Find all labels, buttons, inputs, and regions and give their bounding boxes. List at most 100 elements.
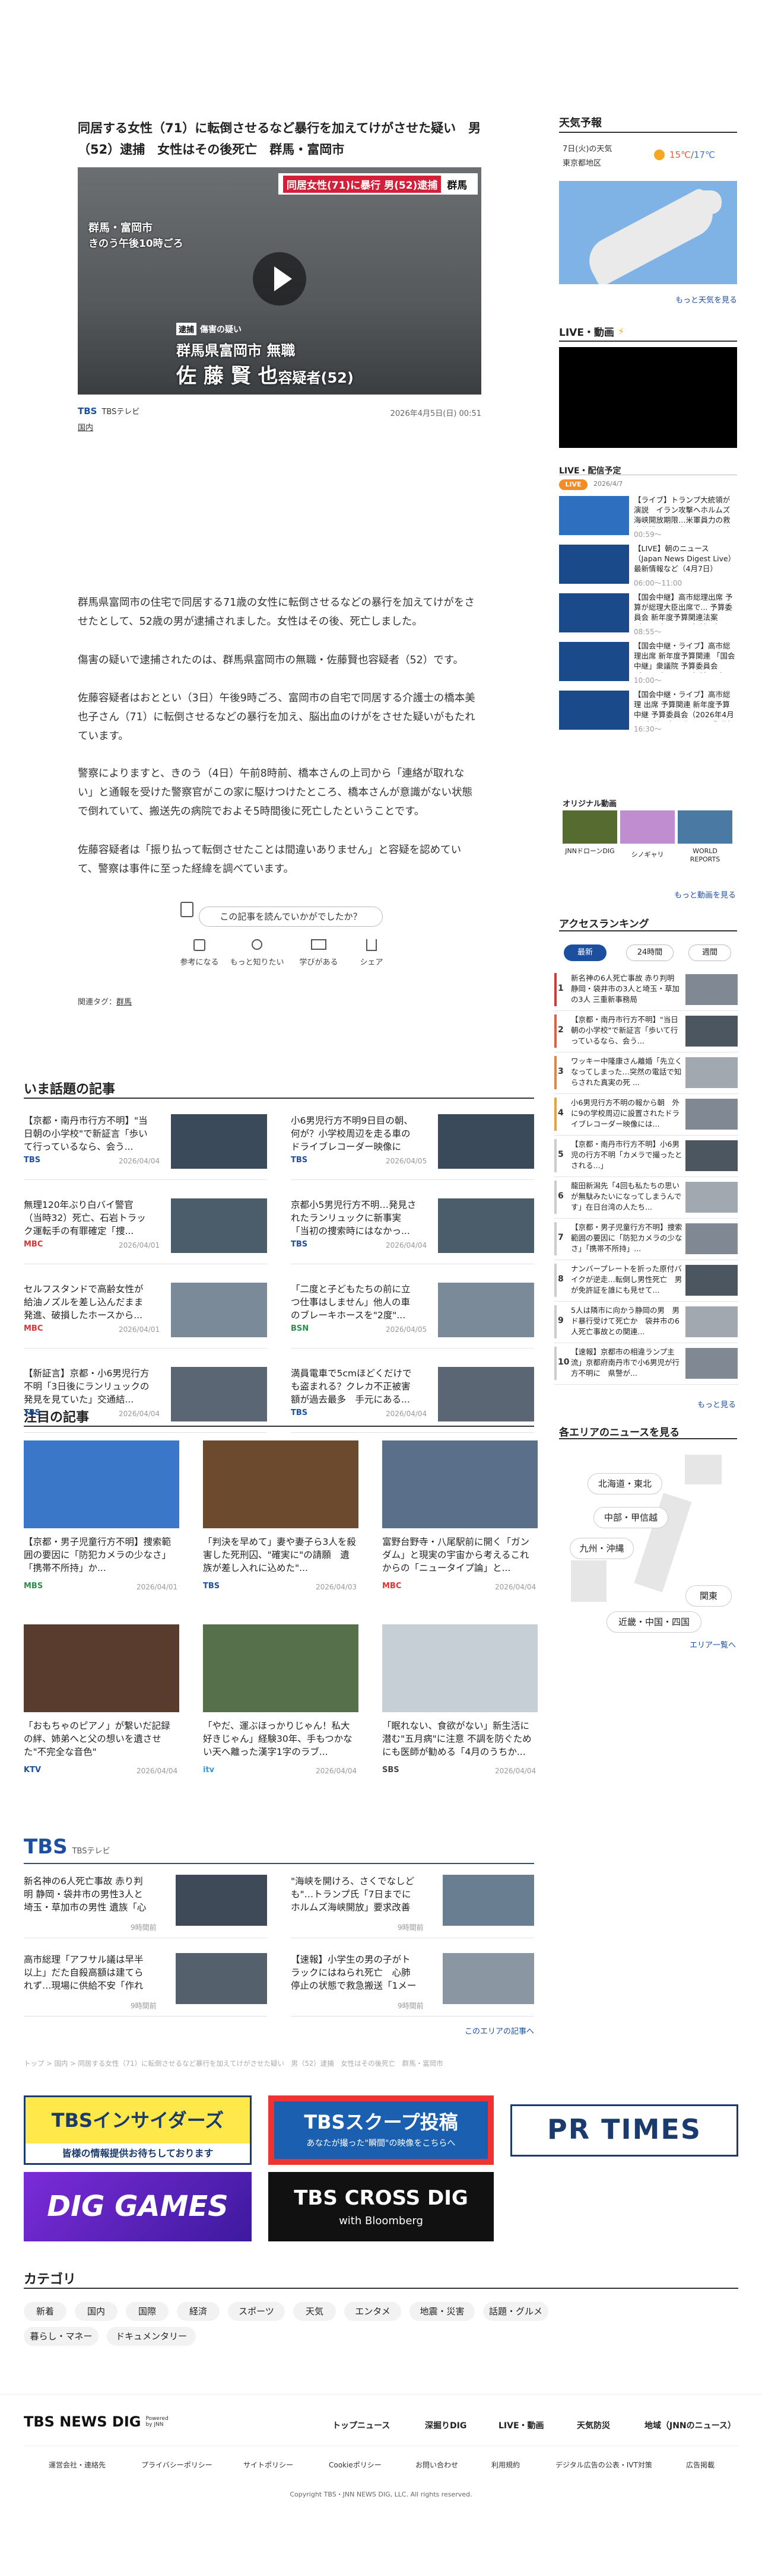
rank-thumb[interactable] [685,1348,738,1379]
footer-nav-link[interactable]: 深掘りDIG [425,2419,466,2431]
ranking-tab-latest[interactable]: 最新 [564,944,607,961]
featured-item-title[interactable]: 「判決を早めて」妻や妻子ら3人を殺害した死刑囚、"確実に"の請願 遺族が差し入れ… [203,1535,358,1575]
rank-thumb[interactable] [685,1057,738,1088]
rank-item-text[interactable]: 【京都・南丹市行方不明】小6男児の行方不明「カメラで撮ったとされる...」 [571,1139,682,1171]
ranking-more-link[interactable]: もっと見る [677,1398,736,1410]
footer-link[interactable]: お問い合わせ [415,2460,458,2470]
rank-item-text[interactable]: 【京都・南丹市行方不明】"当日朝の小学校"で新証言「歩いて行っているなら、会う.… [571,1015,682,1047]
tbs-item-thumb[interactable] [443,1953,534,2004]
region-chip-kinki[interactable]: 近畿・中国・四国 [607,1611,701,1633]
prtimes-banner[interactable]: PR TIMES [510,2104,738,2157]
trending-item-thumb[interactable] [438,1283,534,1337]
trending-item-thumb[interactable] [171,1367,267,1421]
original-video-shino[interactable] [620,810,675,844]
live-player[interactable] [559,347,737,448]
category-pill[interactable]: 地震・災害 [409,2302,475,2321]
feedback-more-button[interactable]: もっと知りたい [227,939,287,967]
ranking-tab-week[interactable]: 週間 [688,944,731,961]
region-chip-kanto[interactable]: 関東 [685,1585,732,1607]
rank-thumb[interactable] [685,1140,738,1171]
footer-nav-link[interactable]: LIVE・動画 [499,2419,544,2431]
rank-item-text[interactable]: 新名神の6人死亡事故 赤り判明 静岡・袋井市の3人と埼玉・草加の3人 三重新事務… [571,973,682,1005]
featured-item-thumb[interactable] [203,1440,358,1528]
tbs-item-title[interactable]: "海峡を開けろ、さくでなしども"…トランプ氏「7日までにホルムズ海峡開放」要求改… [291,1875,417,1914]
footer-nav-link[interactable]: 地域（JNNのニュース） [644,2419,736,2431]
category-pill[interactable]: 経済 [177,2302,220,2321]
footer-link[interactable]: 利用規約 [491,2460,520,2470]
footer-link[interactable]: Cookieポリシー [329,2460,382,2470]
feedback-learn-button[interactable]: 学びがある [293,939,344,967]
weather-map[interactable] [559,181,737,284]
category-pill[interactable]: 新着 [24,2302,66,2321]
tbs-item-title[interactable]: 高市総理「アフサル議は早半以上」だた自殺高額は建てられず…現場に供給不安「作れば… [24,1953,150,1992]
category-pill[interactable]: スポーツ [228,2302,285,2321]
live-thumb[interactable] [559,545,629,584]
featured-item-thumb[interactable] [382,1440,538,1528]
feedback-useful-button[interactable]: 参考になる [176,939,223,967]
live-thumb[interactable] [559,642,629,681]
region-chip-chubu[interactable]: 中部・甲信越 [593,1507,668,1528]
rank-thumb[interactable] [685,1182,738,1213]
featured-item-thumb[interactable] [203,1624,358,1712]
trending-item-thumb[interactable] [438,1198,534,1253]
featured-item-thumb[interactable] [382,1624,538,1712]
category-pill[interactable]: 国際 [126,2302,169,2321]
rank-item-text[interactable]: 5人は隣市に向かう静岡の男 男ド暴行受けて死亡か 袋井市の6人死亡事故との関連.… [571,1305,682,1337]
scoop-banner[interactable]: TBSスクープ投稿 あなたが撮った"瞬間"の映像をこちらへ [268,2095,494,2165]
weather-more-link[interactable]: もっと天気を見る [653,294,737,305]
featured-item-title[interactable]: 富野台野寺・八尾駅前に開く「ガンダム」と現実の宇宙から考えるこれからの「ニュータ… [382,1535,538,1575]
trending-item-thumb[interactable] [171,1283,267,1337]
original-video-drone[interactable] [563,810,617,844]
trending-item-thumb[interactable] [171,1114,267,1169]
footer-nav-link[interactable]: 天気防災 [577,2419,610,2431]
rank-item-text[interactable]: 龍田新潟先「4回も私たちの思いが無駄みたいになってしまうんです」在日台湾の人たち… [571,1181,682,1213]
weather-region[interactable]: 東京都地区 [563,157,601,168]
rank-thumb[interactable] [685,974,738,1005]
region-more-link[interactable]: エリア一覧へ [659,1639,736,1650]
original-video-world[interactable] [678,810,732,844]
featured-item-thumb[interactable] [24,1624,179,1712]
category-pill[interactable]: 国内 [75,2302,118,2321]
rank-item-text[interactable]: 【京都・男子児童行方不明】捜索範囲の要因に「防犯カメラの少なさ」「携帯不所持」.… [571,1222,682,1254]
live-thumb[interactable] [559,496,629,535]
article-video-player[interactable]: 同居女性(71)に暴行 男(52)逮捕 群馬 群馬・富岡市 きのう午後10時ごろ… [78,167,481,395]
tbs-item-thumb[interactable] [443,1875,534,1926]
ranking-tab-24h[interactable]: 24時間 [626,944,674,961]
footer-nav-link[interactable]: トップニュース [332,2419,390,2431]
trending-item-thumb[interactable] [171,1198,267,1253]
featured-item-title[interactable]: 「眠れない、食欲がない」新生活に潜む"五月病"に注意 不調を防ぐためにも医師が勧… [382,1719,538,1758]
play-icon[interactable] [253,252,306,306]
trending-item-title[interactable]: 満員電車で5cmほどくだけでも盗まれる？クレカ不正被害額が過去最多 手元にある.… [291,1367,417,1406]
rank-item-text[interactable]: ワッキー中隆康さん離婚「先立くなってしまった…突然の電話で知らされた真実の死 .… [571,1056,682,1088]
live-thumb[interactable] [559,593,629,632]
live-item-text[interactable]: 【ライブ】トランプ大統領が演説 イラン攻撃ヘホルムズ海峡開放期限…米軍員力の救出… [634,495,736,527]
trending-item-title[interactable]: 小6男児行方不明9日目の朝、何が？小学校周辺を走る車のドライブレコーダー映像には… [291,1114,417,1153]
share-button[interactable]: シェア [354,939,389,967]
live-thumb[interactable] [559,691,629,730]
trending-item-title[interactable]: セルフスタンドで高齢女性が給油ノズルを差し込んだまま発進、破損したホースから..… [24,1283,150,1322]
category-pill[interactable]: 暮らし・マネー [24,2327,99,2346]
footer-link[interactable]: デジタル広告の公表・IVT対策 [555,2460,652,2470]
trending-item-title[interactable]: 【京都・南丹市行方不明】"当日朝の小学校"で新証言「歩いて行っているなら、会う.… [24,1114,150,1153]
featured-item-title[interactable]: 【京都・男子児童行方不明】捜索範囲の要因に「防犯カメラの少なさ」「携帯不所持」か… [24,1535,179,1575]
rank-thumb[interactable] [685,1099,738,1130]
related-tag-link[interactable]: 群馬 [116,998,132,1007]
tbs-item-thumb[interactable] [176,1875,267,1926]
live-item-text[interactable]: 【LIVE】朝のニュース（Japan News Digest Live）最新情報… [634,543,736,575]
rank-item-text[interactable]: 小6男児行方不明の報から朝 外に9の学校周辺に設置されたドライブレコーダー映像に… [571,1098,682,1130]
footer-link[interactable]: 運営会社・連絡先 [49,2460,106,2470]
category-pill[interactable]: 話題・グルメ [483,2302,548,2321]
crossdig-banner[interactable]: TBS CROSS DIG with Bloomberg [268,2172,494,2241]
trending-item-title[interactable]: 京都小5男児行方不明…発見されたランリュックに新事実「当初の捜索時にはなかっ..… [291,1198,417,1238]
region-chip-hokkaido-tohoku[interactable]: 北海道・東北 [588,1473,662,1494]
region-chip-kyushu[interactable]: 九州・沖縄 [570,1538,634,1559]
footer-link[interactable]: サイトポリシー [243,2460,293,2470]
rank-thumb[interactable] [685,1306,738,1337]
video-more-link[interactable]: もっと動画を見る [647,889,736,900]
rank-item-text[interactable]: 【速報】京都市の相違ランプ主流」京都府南丹市で小6男児が行方不明に 県警が... [571,1347,682,1379]
insiders-banner[interactable]: TBSインサイダーズ 皆様の情報提供お待ちしております [24,2095,252,2165]
live-item-text[interactable]: 【国会中継】高市総理出席 予算が総理大臣出席で... 予算委員会 新年度予算関連… [634,592,736,624]
live-item-text[interactable]: 【国会中継・ライブ】高市総理 出席 予算関連 新年度予算 中継 予算委員会（20… [634,689,736,721]
footer-logo[interactable]: TBS NEWS DIG Powered by JNN [24,2413,175,2430]
rank-thumb[interactable] [685,1265,738,1296]
